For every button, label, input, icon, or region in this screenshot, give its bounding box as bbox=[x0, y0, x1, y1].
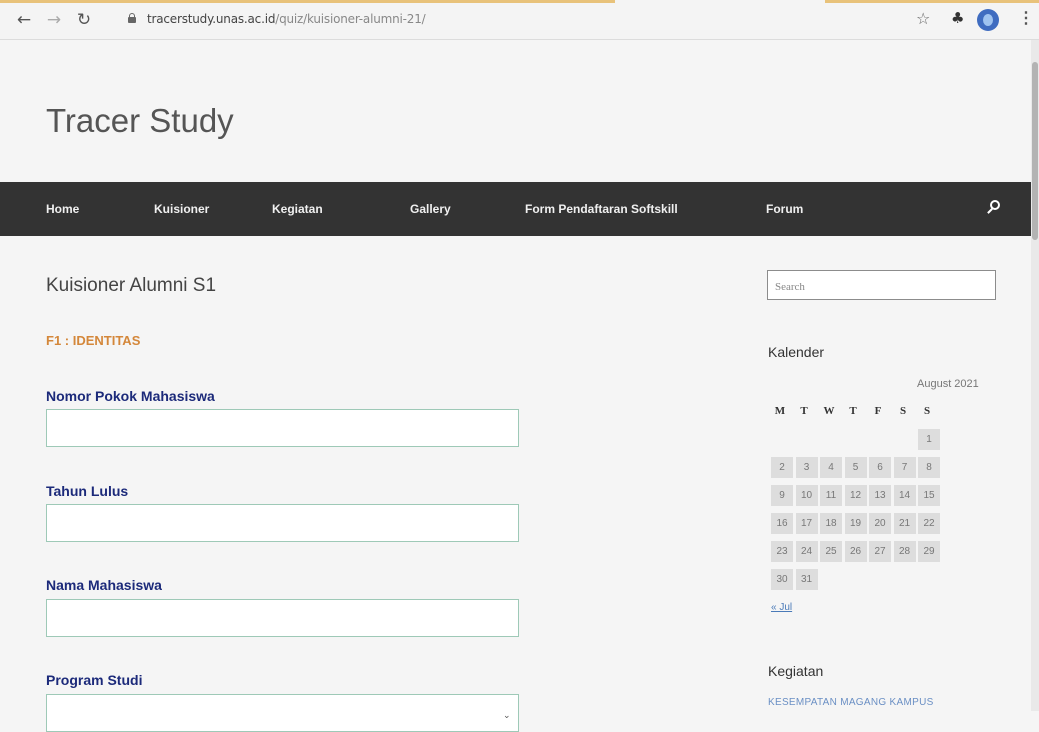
calendar-day[interactable]: 29 bbox=[918, 541, 940, 562]
url-path: /quiz/kuisioner-alumni-21/ bbox=[275, 12, 426, 26]
calendar-day[interactable]: 3 bbox=[795, 457, 818, 478]
loading-bar bbox=[0, 0, 615, 3]
calendar-day[interactable]: 26 bbox=[844, 541, 867, 562]
scrollbar-thumb[interactable] bbox=[1032, 62, 1038, 240]
calendar-day[interactable]: 5 bbox=[844, 457, 867, 478]
calendar-day[interactable]: 19 bbox=[844, 513, 867, 534]
search-icon[interactable] bbox=[985, 199, 1003, 217]
calendar-day[interactable]: 12 bbox=[844, 485, 867, 506]
calendar-day[interactable]: 28 bbox=[893, 541, 916, 562]
extensions-icon[interactable]: ♣ bbox=[951, 9, 964, 27]
calendar-weekday: S bbox=[899, 405, 907, 417]
browser-toolbar: ← → ↻ tracerstudy.unas.ac.id/quiz/kuisio… bbox=[0, 0, 1039, 40]
site-title[interactable]: Tracer Study bbox=[46, 102, 234, 140]
nav-item-form-pendaftaran-softskill[interactable]: Form Pendaftaran Softskill bbox=[525, 202, 678, 216]
nav-item-kuisioner[interactable]: Kuisioner bbox=[154, 202, 209, 216]
calendar-day[interactable]: 10 bbox=[795, 485, 818, 506]
calendar-weekday: T bbox=[849, 405, 857, 417]
calendar-day[interactable]: 22 bbox=[918, 513, 940, 534]
calendar-day[interactable]: 15 bbox=[918, 485, 940, 506]
url-domain: tracerstudy.unas.ac.id bbox=[147, 12, 276, 26]
calendar-day[interactable]: 17 bbox=[795, 513, 818, 534]
calendar-day[interactable]: 31 bbox=[795, 569, 818, 590]
back-arrow-icon[interactable]: ← bbox=[14, 10, 34, 30]
field-label-nama-mahasiswa: Nama Mahasiswa bbox=[46, 577, 162, 593]
reload-icon[interactable]: ↻ bbox=[74, 10, 94, 30]
calendar-day[interactable]: 16 bbox=[771, 513, 793, 534]
npm-input[interactable] bbox=[46, 409, 519, 447]
bookmark-star-icon[interactable]: ☆ bbox=[916, 9, 930, 28]
calendar-weekday: F bbox=[874, 405, 882, 417]
calendar-day[interactable]: 4 bbox=[820, 457, 842, 478]
address-bar[interactable]: tracerstudy.unas.ac.id/quiz/kuisioner-al… bbox=[147, 12, 426, 26]
calendar-day[interactable]: 24 bbox=[795, 541, 818, 562]
page-title: Kuisioner Alumni S1 bbox=[46, 275, 217, 296]
nav-item-kegiatan[interactable]: Kegiatan bbox=[272, 202, 323, 216]
loading-bar bbox=[825, 0, 1039, 3]
calendar-day[interactable]: 7 bbox=[893, 457, 916, 478]
activities-widget-title: Kegiatan bbox=[768, 663, 824, 679]
calendar-day[interactable]: 11 bbox=[820, 485, 842, 506]
calendar-weekday: T bbox=[800, 405, 808, 417]
calendar-weekday: W bbox=[823, 405, 835, 417]
calendar-widget-title: Kalender bbox=[768, 344, 825, 360]
lock-icon[interactable] bbox=[128, 13, 136, 23]
calendar-prev-month-link[interactable]: « Jul bbox=[771, 602, 792, 613]
calendar-day[interactable]: 14 bbox=[893, 485, 916, 506]
forward-arrow-icon[interactable]: → bbox=[44, 10, 64, 30]
calendar-weekday: S bbox=[923, 405, 931, 417]
calendar-day[interactable]: 2 bbox=[771, 457, 793, 478]
calendar-day[interactable]: 25 bbox=[820, 541, 842, 562]
calendar-day[interactable]: 13 bbox=[869, 485, 891, 506]
sidebar-search-input[interactable]: Search bbox=[767, 270, 996, 300]
calendar-day[interactable]: 27 bbox=[869, 541, 891, 562]
kebab-menu-icon[interactable]: ⋮ bbox=[1018, 8, 1034, 28]
calendar-day[interactable]: 20 bbox=[869, 513, 891, 534]
calendar-day[interactable]: 21 bbox=[893, 513, 916, 534]
calendar-day[interactable]: 1 bbox=[918, 429, 940, 450]
activity-link[interactable]: KESEMPATAN MAGANG KAMPUS bbox=[768, 697, 934, 708]
calendar-day[interactable]: 9 bbox=[771, 485, 793, 506]
calendar-day[interactable]: 30 bbox=[771, 569, 793, 590]
calendar-caption: August 2021 bbox=[917, 378, 979, 390]
calendar-day[interactable]: 23 bbox=[771, 541, 793, 562]
calendar-day[interactable]: 18 bbox=[820, 513, 842, 534]
calendar-weekday: M bbox=[774, 405, 786, 417]
calendar-day[interactable]: 6 bbox=[869, 457, 891, 478]
field-label-tahun-lulus: Tahun Lulus bbox=[46, 483, 129, 499]
field-label-npm: Nomor Pokok Mahasiswa bbox=[46, 388, 215, 404]
tahun-lulus-input[interactable] bbox=[46, 504, 519, 542]
field-label-program-studi: Program Studi bbox=[46, 672, 143, 688]
nav-item-home[interactable]: Home bbox=[46, 202, 79, 216]
profile-avatar[interactable] bbox=[977, 9, 999, 31]
nav-item-forum[interactable]: Forum bbox=[766, 202, 803, 216]
program-studi-select[interactable] bbox=[46, 694, 519, 732]
section-title: F1 : IDENTITAS bbox=[46, 333, 141, 348]
nav-item-gallery[interactable]: Gallery bbox=[410, 202, 451, 216]
calendar-day[interactable]: 8 bbox=[918, 457, 940, 478]
main-navigation: Home Kuisioner Kegiatan Gallery Form Pen… bbox=[0, 182, 1031, 236]
nama-mahasiswa-input[interactable] bbox=[46, 599, 519, 637]
chevron-down-icon[interactable]: ⌄ bbox=[503, 710, 511, 721]
